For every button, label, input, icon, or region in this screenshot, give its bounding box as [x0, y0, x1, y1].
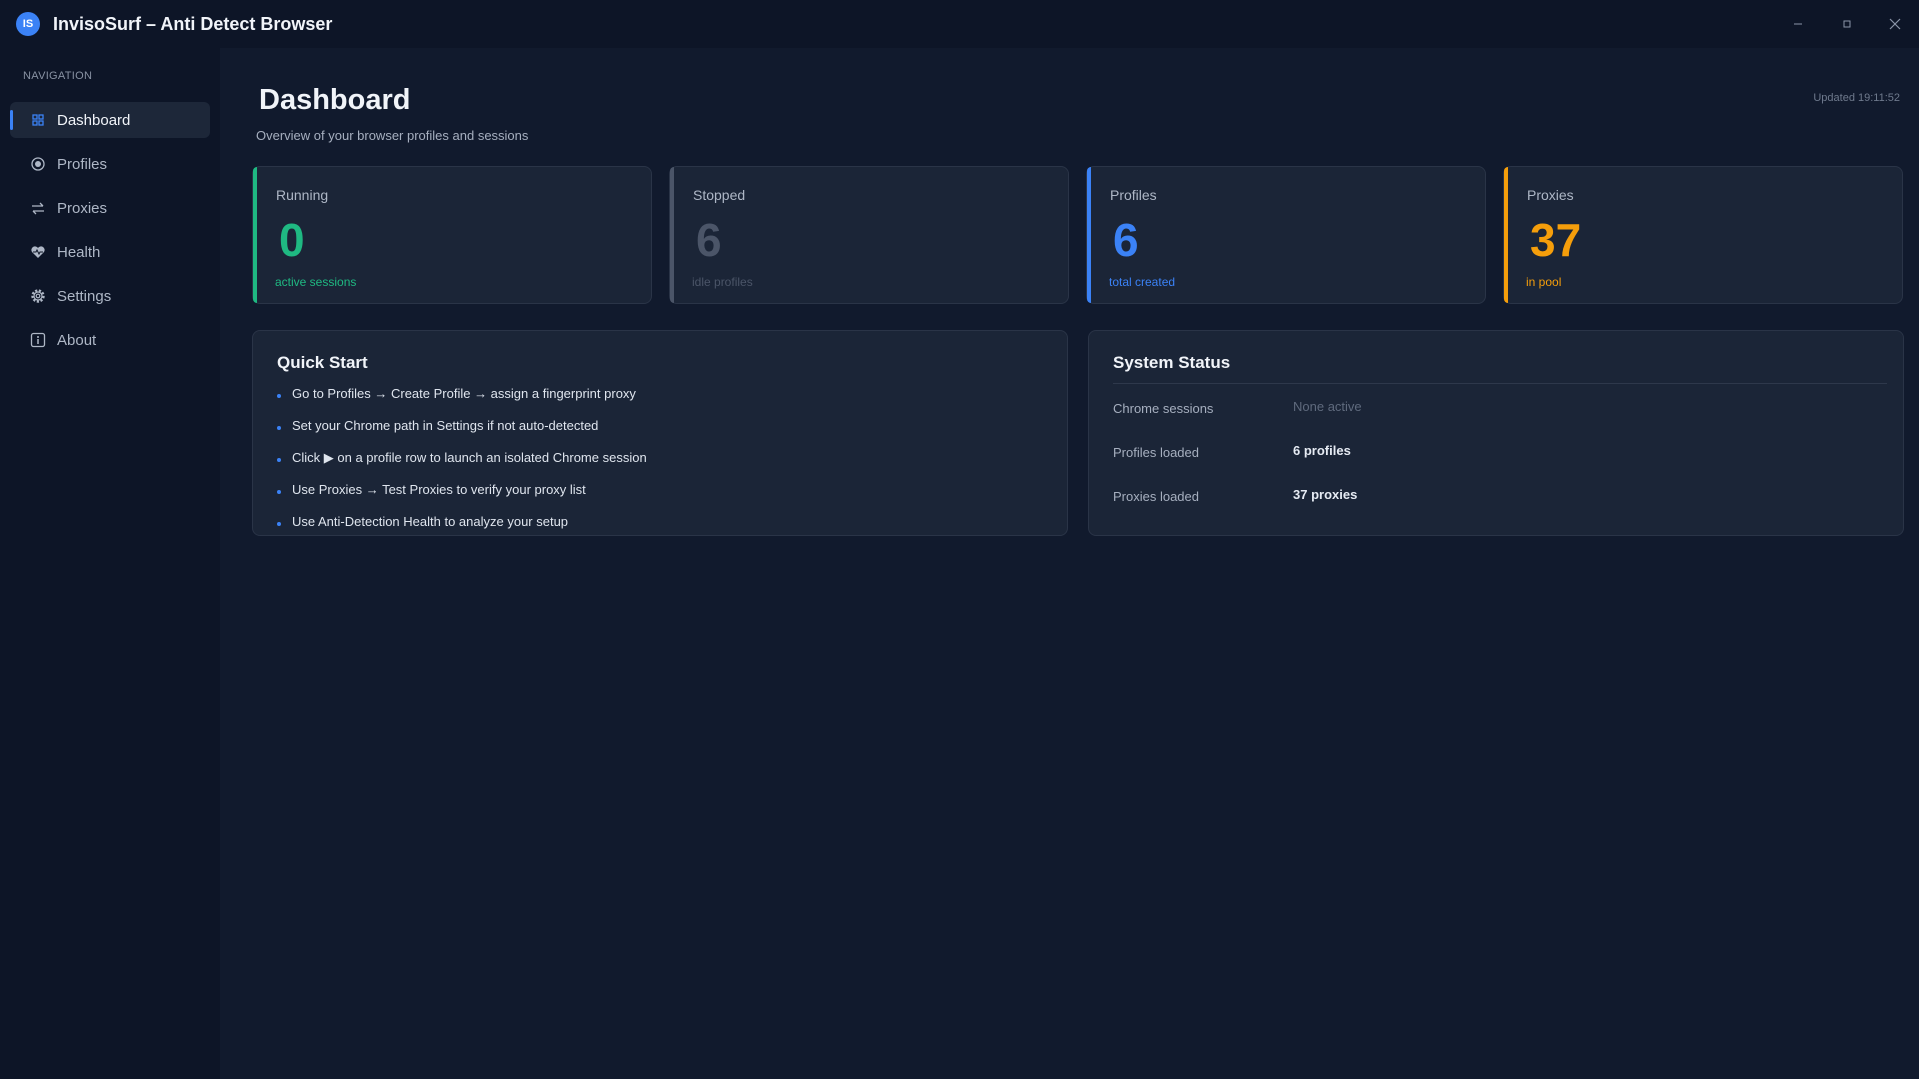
sidebar-item-label: About [57, 331, 97, 349]
maximize-icon [1843, 20, 1851, 28]
stat-value: 6 [696, 214, 722, 266]
list-item-text: Use Anti-Detection Health to analyze you… [292, 514, 569, 529]
accent-bar [1087, 167, 1091, 303]
bullet-icon [277, 522, 281, 526]
status-row-proxies-loaded: Proxies loaded 37 proxies [1113, 485, 1873, 507]
list-item: Use Proxies → Test Proxies to verify you… [277, 481, 647, 513]
status-row-profiles-loaded: Profiles loaded 6 profiles [1113, 441, 1873, 463]
stat-sub: total created [1109, 275, 1176, 289]
panel-title: System Status [1113, 353, 1231, 372]
quick-start-panel: Quick Start Go to Profiles → Create Prof… [252, 330, 1068, 536]
title-bar: IS InvisoSurf – Anti Detect Browser [0, 0, 1919, 48]
list-item: Use Anti-Detection Health to analyze you… [277, 513, 647, 545]
stat-label: Stopped [693, 187, 746, 203]
status-key: Chrome sessions [1113, 401, 1214, 416]
gear-icon [28, 286, 48, 306]
sidebar-item-proxies[interactable]: Proxies [10, 190, 210, 226]
maximize-button[interactable] [1835, 12, 1859, 36]
accent-bar [1504, 167, 1508, 303]
status-row-chrome-sessions: Chrome sessions None active [1113, 397, 1873, 419]
page-title: Dashboard [259, 84, 411, 116]
updated-timestamp: Updated 19:11:52 [1813, 92, 1900, 104]
list-item: Go to Profiles → Create Profile → assign… [277, 385, 647, 417]
minimize-button[interactable] [1786, 12, 1810, 36]
close-button[interactable] [1883, 12, 1907, 36]
list-item-text: Set your Chrome path in Settings if not … [292, 418, 599, 433]
sidebar-item-label: Proxies [57, 199, 108, 217]
dashboard-grid-icon [28, 110, 48, 130]
quick-start-list: Go to Profiles → Create Profile → assign… [277, 385, 647, 545]
sidebar-item-dashboard[interactable]: Dashboard [10, 102, 210, 138]
list-item-text: Click ▶ on a profile row to launch an is… [292, 450, 647, 465]
app-title: InvisoSurf – Anti Detect Browser [53, 14, 333, 34]
status-value: None active [1293, 399, 1362, 414]
page-subtitle: Overview of your browser profiles and se… [256, 128, 529, 143]
status-value: 37 proxies [1293, 487, 1358, 502]
sidebar-item-about[interactable]: About [10, 322, 210, 358]
stat-sub: in pool [1526, 275, 1562, 289]
sidebar-item-label: Settings [57, 287, 112, 305]
sidebar-item-label: Dashboard [57, 111, 131, 129]
list-item-text: Go to Profiles → Create Profile → assign… [292, 386, 636, 401]
stat-label: Profiles [1110, 187, 1157, 203]
close-icon [1889, 18, 1901, 30]
list-item: Click ▶ on a profile row to launch an is… [277, 449, 647, 481]
stat-sub: idle profiles [692, 275, 753, 289]
bullet-icon [277, 394, 281, 398]
main-content: Dashboard Overview of your browser profi… [220, 48, 1919, 1079]
arrows-swap-icon [28, 198, 48, 218]
heart-icon [28, 242, 48, 262]
stat-card-proxies: Proxies 37 in pool [1503, 166, 1903, 304]
status-value: 6 profiles [1293, 443, 1351, 458]
sidebar-item-health[interactable]: Health [10, 234, 210, 270]
status-key: Proxies loaded [1113, 489, 1199, 504]
info-icon [28, 330, 48, 350]
minimize-icon [1794, 23, 1802, 25]
stat-value: 0 [279, 214, 305, 266]
accent-bar [670, 167, 674, 303]
list-item: Set your Chrome path in Settings if not … [277, 417, 647, 449]
sidebar-item-label: Profiles [57, 155, 108, 173]
stat-card-profiles: Profiles 6 total created [1086, 166, 1486, 304]
accent-bar [253, 167, 257, 303]
stat-sub: active sessions [275, 275, 357, 289]
bullet-icon [277, 490, 281, 494]
bullet-icon [277, 426, 281, 430]
system-status-panel: System Status Chrome sessions None activ… [1088, 330, 1904, 536]
sidebar: NAVIGATION Dashboard Profiles Proxies He… [0, 48, 220, 1079]
app-logo: IS [16, 12, 40, 36]
stat-label: Proxies [1527, 187, 1574, 203]
status-key: Profiles loaded [1113, 445, 1199, 460]
panel-title: Quick Start [277, 353, 368, 372]
stat-value: 37 [1530, 214, 1582, 266]
stat-card-running: Running 0 active sessions [252, 166, 652, 304]
bullet-icon [277, 458, 281, 462]
profile-circle-icon [28, 154, 48, 174]
sidebar-item-settings[interactable]: Settings [10, 278, 210, 314]
divider [1113, 383, 1887, 384]
list-item-text: Use Proxies → Test Proxies to verify you… [292, 482, 586, 497]
sidebar-item-label: Health [57, 243, 101, 261]
stat-card-stopped: Stopped 6 idle profiles [669, 166, 1069, 304]
stat-label: Running [276, 187, 329, 203]
sidebar-item-profiles[interactable]: Profiles [10, 146, 210, 182]
stat-value: 6 [1113, 214, 1139, 266]
nav-heading: NAVIGATION [23, 70, 93, 82]
